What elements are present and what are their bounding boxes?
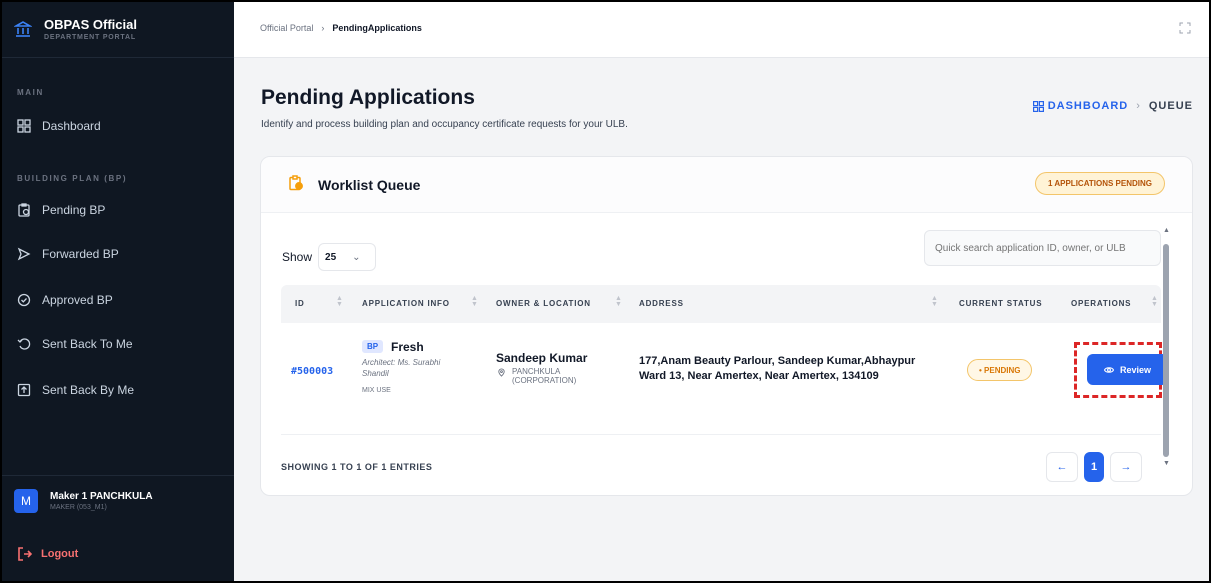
sort-icon[interactable]: ▲ ▼: [1151, 295, 1158, 308]
clipboard-clock-icon: [18, 203, 30, 217]
sidebar-item-sent-back-by-me[interactable]: Sent Back By Me: [17, 380, 134, 400]
sort-icon[interactable]: ▲ ▼: [931, 295, 938, 308]
show-label: Show: [282, 250, 313, 264]
brand[interactable]: OBPAS Official DEPARTMENT PORTAL: [0, 0, 234, 58]
chevron-down-icon: ⌄: [352, 251, 361, 263]
brand-title: OBPAS Official: [44, 16, 137, 32]
entries-summary: SHOWING 1 TO 1 OF 1 ENTRIES: [281, 462, 433, 472]
upload-box-icon: [17, 383, 31, 397]
building-use: MIX USE: [362, 387, 391, 394]
logout-button[interactable]: Logout: [17, 546, 78, 562]
breadcrumb-root[interactable]: Official Portal: [260, 23, 313, 33]
sidebar-item-label: Dashboard: [42, 119, 101, 133]
sidebar-item-label: Forwarded BP: [42, 247, 119, 261]
breadcrumb-current: PendingApplications: [332, 23, 422, 33]
scroll-up-arrow[interactable]: ▲: [1163, 227, 1170, 234]
clipboard-clock-icon: [289, 175, 303, 191]
user-role: MAKER (053_M1): [50, 503, 107, 511]
worklist-card: Worklist Queue 1 APPLICATIONS PENDING Sh…: [260, 156, 1193, 496]
breadcrumb-separator: ›: [321, 23, 325, 33]
review-button[interactable]: Review: [1087, 354, 1168, 385]
pagination-next-button[interactable]: →: [1110, 452, 1142, 482]
architect-name: Architect: Ms. Surabhi Shandil: [362, 358, 441, 378]
scroll-down-arrow[interactable]: ▼: [1163, 460, 1170, 467]
sidebar-item-pending-bp[interactable]: Pending BP: [17, 200, 105, 220]
sort-icon[interactable]: ▲ ▼: [615, 295, 622, 308]
pending-count-badge: 1 APPLICATIONS PENDING: [1034, 172, 1165, 195]
topbar: Official Portal › PendingApplications: [234, 0, 1211, 58]
page-title: Pending Applications: [261, 86, 475, 109]
sidebar-item-approved-bp[interactable]: Approved BP: [17, 290, 113, 310]
grid-icon: [1032, 100, 1044, 112]
sidebar-item-label: Pending BP: [42, 203, 106, 217]
application-id-link[interactable]: #500003: [291, 366, 333, 377]
user-profile[interactable]: M Maker 1 PANCHKULA MAKER (053_M1): [0, 475, 234, 525]
breadcrumb-queue: QUEUE: [1148, 100, 1193, 112]
application-address: 177,Anam Beauty Parlour, Sandeep Kumar,A…: [639, 355, 916, 382]
page-size-select[interactable]: 25 ⌄: [318, 243, 377, 271]
table-header: ID ▲ ▼ APPLICATION INFO ▲ ▼ OWNER & LOCATI…: [281, 285, 1161, 323]
application-type: Fresh: [391, 340, 424, 354]
card-title: Worklist Queue: [318, 177, 421, 193]
column-header-current-status[interactable]: CURRENT STATUS: [959, 299, 1042, 308]
search-input[interactable]: [924, 230, 1161, 266]
undo-icon: [17, 338, 31, 350]
pagination-prev-button[interactable]: ←: [1046, 452, 1078, 482]
grid-icon: [17, 119, 31, 133]
breadcrumb: Official Portal › PendingApplications: [260, 23, 422, 33]
owner-location: PANCHKULA (CORPORATION): [512, 367, 577, 385]
sidebar-item-forwarded-bp[interactable]: Forwarded BP: [17, 244, 119, 264]
column-header-application-info[interactable]: APPLICATION INFO: [362, 299, 450, 308]
section-main: MAIN: [17, 88, 44, 97]
sidebar-item-label: Sent Back To Me: [42, 337, 133, 351]
sidebar: OBPAS Official DEPARTMENT PORTAL MAIN Da…: [0, 0, 234, 583]
location-pin-icon: [498, 368, 505, 377]
sidebar-item-label: Approved BP: [42, 293, 113, 307]
sidebar-item-sent-back-to-me[interactable]: Sent Back To Me: [17, 334, 133, 354]
page-size-control: Show 25 ⌄: [282, 243, 377, 271]
card-header: Worklist Queue 1 APPLICATIONS PENDING: [261, 157, 1192, 213]
status-badge: • PENDING: [967, 359, 1033, 381]
fullscreen-icon[interactable]: [1179, 22, 1191, 34]
breadcrumb-separator: ›: [1136, 100, 1141, 112]
breadcrumb-dashboard-link[interactable]: DASHBOARD: [1032, 100, 1129, 112]
page-subtitle: Identify and process building plan and o…: [261, 119, 628, 130]
logout-icon: [18, 547, 33, 561]
check-circle-icon: [17, 293, 31, 307]
page-size-value: 25: [325, 251, 337, 263]
logout-label: Logout: [41, 548, 79, 560]
bank-icon: [14, 20, 32, 37]
scrollbar-thumb[interactable]: [1163, 244, 1169, 457]
application-tag: BP: [362, 340, 384, 353]
column-header-owner-location[interactable]: OWNER & LOCATION: [496, 299, 591, 308]
pagination-page-1[interactable]: 1: [1084, 452, 1104, 482]
column-header-id[interactable]: ID: [295, 299, 305, 308]
sidebar-item-dashboard[interactable]: Dashboard: [17, 116, 101, 136]
user-name: Maker 1 PANCHKULA: [50, 490, 153, 502]
owner-name: Sandeep Kumar: [496, 351, 588, 365]
send-icon: [17, 247, 31, 261]
sort-icon[interactable]: ▲ ▼: [471, 295, 478, 308]
sidebar-item-label: Sent Back By Me: [42, 383, 135, 397]
sort-icon[interactable]: ▲ ▼: [336, 295, 343, 308]
page-breadcrumb: DASHBOARD › QUEUE: [1032, 100, 1193, 112]
avatar: M: [14, 488, 38, 513]
section-building-plan: BUILDING PLAN (BP): [17, 174, 128, 183]
eye-icon: [1103, 366, 1114, 373]
column-header-operations: OPERATIONS: [1071, 299, 1132, 308]
brand-subtitle: DEPARTMENT PORTAL: [44, 33, 136, 41]
column-header-address[interactable]: ADDRESS: [639, 299, 684, 308]
pagination: ← 1 →: [1046, 452, 1148, 482]
table-row: #500003 BP Fresh Architect: Ms. Surabhi …: [281, 323, 1168, 435]
